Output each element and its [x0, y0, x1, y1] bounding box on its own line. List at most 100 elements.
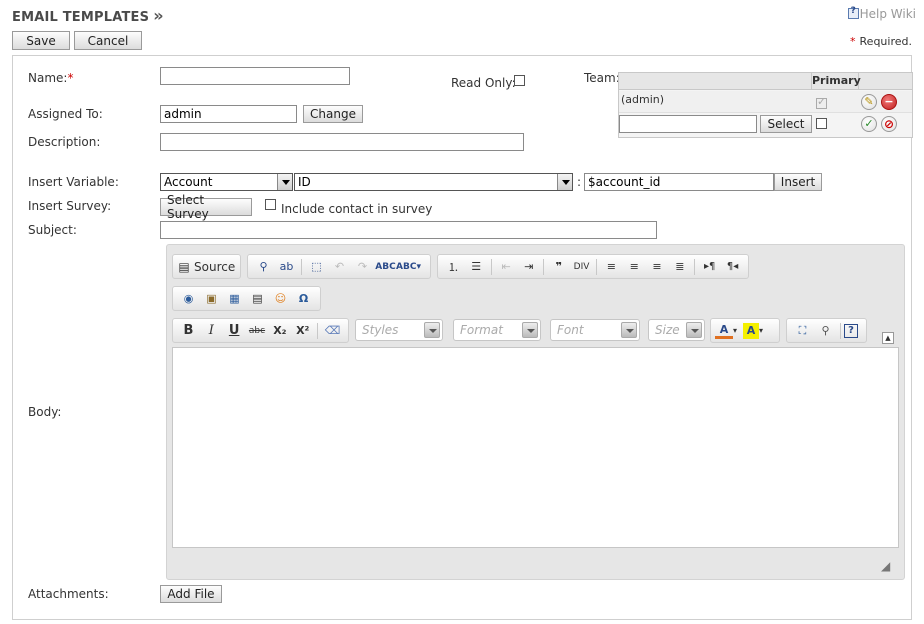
redo-icon[interactable]: ↷ — [351, 257, 374, 277]
module-select[interactable]: Account — [160, 173, 293, 191]
include-contact-label: Include contact in survey — [281, 202, 433, 216]
show-blocks-icon[interactable]: ⚲ — [814, 321, 837, 341]
editor-content-area[interactable] — [172, 347, 899, 548]
rich-text-editor: ▤ Source ⚲ ab ⬚ ↶ ↷ ABC ABC▾ ⒈ ☰ ⇤ ⇥ ❞ D… — [166, 244, 905, 580]
align-right-icon[interactable]: ≡ — [646, 257, 669, 277]
format-combo-label: Format — [460, 323, 503, 337]
ltr-icon[interactable]: ▸¶ — [698, 257, 721, 277]
chevron-down-icon — [621, 322, 637, 338]
toolbar-separator — [490, 258, 492, 275]
page-title: EMAIL TEMPLATES» — [12, 6, 164, 25]
strikethrough-button[interactable]: abc — [246, 321, 269, 341]
module-select-value: Account — [164, 175, 213, 189]
justify-icon[interactable]: ≣ — [668, 257, 691, 277]
subject-input[interactable] — [160, 221, 657, 239]
read-only-checkbox[interactable] — [514, 75, 525, 86]
image-icon[interactable]: ◉ — [177, 289, 200, 309]
cancel-button[interactable]: Cancel — [74, 31, 142, 50]
insert-group: ◉ ▣ ▦ ▤ ☺ Ω — [172, 286, 321, 311]
replace-icon[interactable]: ab — [275, 257, 298, 277]
new-team-primary-checkbox[interactable] — [816, 118, 827, 129]
text-color-icon[interactable]: A — [715, 323, 733, 339]
add-file-button[interactable]: Add File — [160, 585, 222, 603]
bulleted-list-icon[interactable]: ☰ — [465, 257, 488, 277]
format-combo[interactable]: Format — [453, 319, 541, 341]
field-select-value: ID — [298, 175, 311, 189]
assigned-to-input[interactable]: admin — [160, 105, 297, 123]
save-button[interactable]: Save — [12, 31, 70, 50]
help-wiki-link[interactable]: Help Wiki — [847, 6, 916, 21]
colors-group: A ▾ A ▾ — [710, 318, 780, 343]
font-combo-label: Font — [557, 323, 584, 337]
bold-button[interactable]: B — [177, 321, 200, 341]
edit-pencil-icon[interactable]: ✎ — [861, 94, 877, 110]
find-icon[interactable]: ⚲ — [252, 257, 275, 277]
smiley-icon[interactable]: ☺ — [269, 289, 292, 309]
confirm-team-icon[interactable]: ✓ — [861, 116, 877, 132]
spellcheck-as-you-type-icon[interactable]: ABC▾ — [396, 257, 421, 277]
numbered-list-icon[interactable]: ⒈ — [442, 257, 465, 277]
chevron-down-icon: ▾ — [759, 326, 764, 335]
toolbar-separator — [694, 258, 696, 275]
size-combo[interactable]: Size — [648, 319, 705, 341]
title-arrows-icon: » — [153, 6, 164, 25]
change-button[interactable]: Change — [303, 105, 363, 123]
edit-tools-group: ⚲ ab ⬚ ↶ ↷ ABC ABC▾ — [247, 254, 431, 279]
body-label: Body: — [28, 405, 62, 419]
chevron-down-icon — [686, 322, 702, 338]
name-label: Name:* — [28, 71, 73, 85]
rtl-icon[interactable]: ¶◂ — [721, 257, 744, 277]
chevron-down-icon: ▾ — [733, 326, 738, 335]
about-icon[interactable]: ? — [844, 323, 858, 338]
select-survey-button[interactable]: Select Survey — [160, 193, 252, 221]
required-star-icon: * — [850, 35, 856, 48]
chevron-down-icon — [557, 174, 572, 190]
variable-input[interactable]: $account_id — [584, 173, 774, 191]
tools-group: ⛶ ⚲ ? — [786, 318, 867, 343]
flash-icon[interactable]: ▣ — [200, 289, 223, 309]
toolbar-separator — [317, 322, 319, 339]
name-input[interactable] — [160, 67, 350, 85]
create-div-icon[interactable]: DIV — [570, 257, 593, 277]
spellcheck-icon[interactable]: ABC — [374, 257, 397, 277]
collapse-toolbar-icon[interactable]: ▲ — [882, 332, 894, 344]
remove-format-icon[interactable]: ⌫ — [321, 321, 344, 341]
team-table: Primary (admin) ✎ − Select ✓ ⊘ — [618, 72, 913, 138]
description-input[interactable] — [160, 133, 524, 151]
cancel-team-icon[interactable]: ⊘ — [881, 116, 897, 132]
resize-handle-icon[interactable]: ◢ — [881, 559, 890, 573]
table-icon[interactable]: ▦ — [223, 289, 246, 309]
undo-icon[interactable]: ↶ — [328, 257, 351, 277]
superscript-button[interactable]: X² — [291, 321, 314, 341]
insert-survey-label: Insert Survey: — [28, 199, 112, 213]
read-only-label: Read Only: — [451, 76, 516, 90]
outdent-icon[interactable]: ⇤ — [495, 257, 518, 277]
new-team-input[interactable] — [619, 115, 757, 133]
insert-button[interactable]: Insert — [774, 173, 822, 191]
name-required-star: * — [67, 71, 74, 85]
maximize-icon[interactable]: ⛶ — [791, 321, 814, 341]
horizontal-rule-icon[interactable]: ▤ — [246, 289, 269, 309]
required-note: * Required. — [850, 35, 912, 48]
italic-button[interactable]: I — [200, 321, 223, 341]
source-button[interactable]: Source — [194, 260, 235, 274]
field-select[interactable]: ID — [294, 173, 573, 191]
font-combo[interactable]: Font — [550, 319, 640, 341]
underline-button[interactable]: U — [223, 321, 246, 341]
help-wiki-label: Help Wiki — [859, 7, 916, 21]
blockquote-icon[interactable]: ❞ — [547, 257, 570, 277]
remove-team-icon[interactable]: − — [881, 94, 897, 110]
align-center-icon[interactable]: ≡ — [623, 257, 646, 277]
chevron-down-icon — [424, 322, 440, 338]
team-select-button[interactable]: Select — [760, 115, 812, 133]
attachments-label: Attachments: — [28, 587, 109, 601]
special-char-icon[interactable]: Ω — [292, 289, 315, 309]
styles-combo[interactable]: Styles — [355, 319, 443, 341]
include-contact-checkbox[interactable] — [265, 199, 276, 210]
align-left-icon[interactable]: ≡ — [600, 257, 623, 277]
toolbar-separator — [840, 322, 841, 339]
subscript-button[interactable]: X₂ — [268, 321, 291, 341]
indent-icon[interactable]: ⇥ — [517, 257, 540, 277]
select-all-icon[interactable]: ⬚ — [305, 257, 328, 277]
background-color-icon[interactable]: A — [743, 322, 760, 339]
